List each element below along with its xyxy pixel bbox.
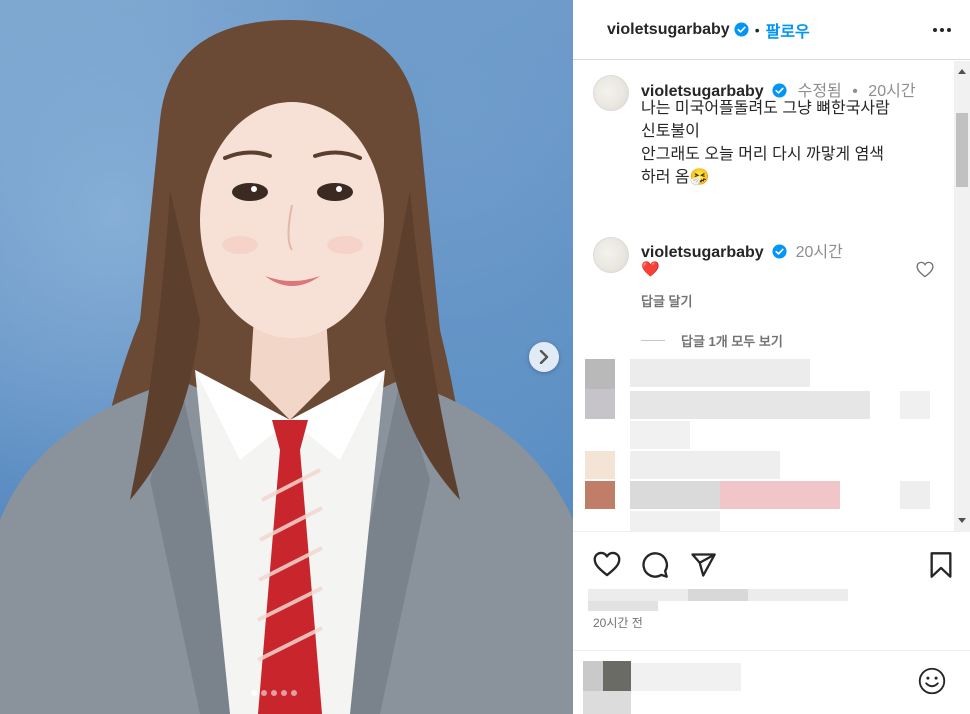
more-options-icon[interactable] — [932, 20, 952, 40]
face — [200, 102, 384, 338]
author-username[interactable]: violetsugarbaby — [607, 21, 730, 39]
post-side-panel: violetsugarbaby • 팔로우 violetsugarbaby 수정… — [573, 0, 970, 714]
post-header: violetsugarbaby • 팔로우 — [573, 0, 970, 60]
scroll-thumb[interactable] — [956, 113, 968, 187]
caption-line: 하러 옴🤧 — [641, 169, 710, 186]
carousel-dot — [261, 690, 267, 696]
caption-text: 나는 미국어플돌려도 그냥 뼈한국사람 신토불이 안그래도 오늘 머리 다시 까… — [641, 97, 941, 189]
scroll-up-arrow[interactable] — [958, 69, 966, 74]
comments-scrollbar[interactable] — [954, 61, 970, 531]
caption-line: 안그래도 오늘 머리 다시 까맣게 염색 — [641, 146, 885, 163]
commenter-avatar[interactable] — [593, 237, 629, 273]
comment-like-heart-icon[interactable] — [916, 261, 934, 278]
emoji-icon[interactable] — [918, 667, 946, 695]
verified-badge-icon — [734, 22, 749, 37]
comment-header: violetsugarbaby 20시간 — [641, 238, 843, 262]
view-replies-line — [641, 340, 665, 341]
portrait-illustration — [0, 20, 573, 714]
caption-line: 신토불이 — [641, 123, 700, 140]
comment-time[interactable]: 20시간 — [796, 244, 843, 261]
verified-badge-icon — [772, 244, 787, 259]
scroll-down-arrow[interactable] — [958, 518, 966, 523]
carousel-indicator — [251, 690, 297, 696]
comments-section[interactable]: violetsugarbaby 수정됨 • 20시간 나는 미국어플돌려도 그냥… — [573, 61, 954, 531]
view-replies-button[interactable]: 답글 1개 모두 보기 — [641, 331, 783, 350]
follow-button[interactable]: 팔로우 — [766, 18, 810, 42]
caption-line: 나는 미국어플돌려도 그냥 뼈한국사람 — [641, 100, 890, 117]
post-time[interactable]: 20시간 전 — [593, 614, 643, 631]
heart-icon[interactable] — [593, 551, 621, 577]
next-slide-button[interactable] — [529, 342, 559, 372]
right-eye — [317, 183, 353, 201]
carousel-dot — [271, 690, 277, 696]
carousel-dot — [281, 690, 287, 696]
carousel-dot — [291, 690, 297, 696]
chevron-right-icon — [539, 350, 549, 364]
verified-badge-icon — [772, 83, 787, 98]
post-photo[interactable] — [0, 0, 573, 714]
author-avatar[interactable] — [593, 75, 629, 111]
send-icon[interactable] — [689, 551, 717, 579]
bookmark-icon[interactable] — [929, 551, 953, 579]
comment-username[interactable]: violetsugarbaby — [641, 244, 764, 261]
comment-icon[interactable] — [641, 551, 669, 579]
comment-text: ❤️ — [641, 261, 660, 278]
reply-button[interactable]: 답글 달기 — [641, 291, 692, 310]
view-replies-label: 답글 1개 모두 보기 — [681, 334, 783, 349]
left-eye — [232, 183, 268, 201]
header-separator: • — [754, 21, 760, 38]
post-actions: 20시간 전 — [573, 531, 970, 714]
add-comment-bar[interactable] — [573, 650, 970, 714]
carousel-dot — [251, 690, 257, 696]
